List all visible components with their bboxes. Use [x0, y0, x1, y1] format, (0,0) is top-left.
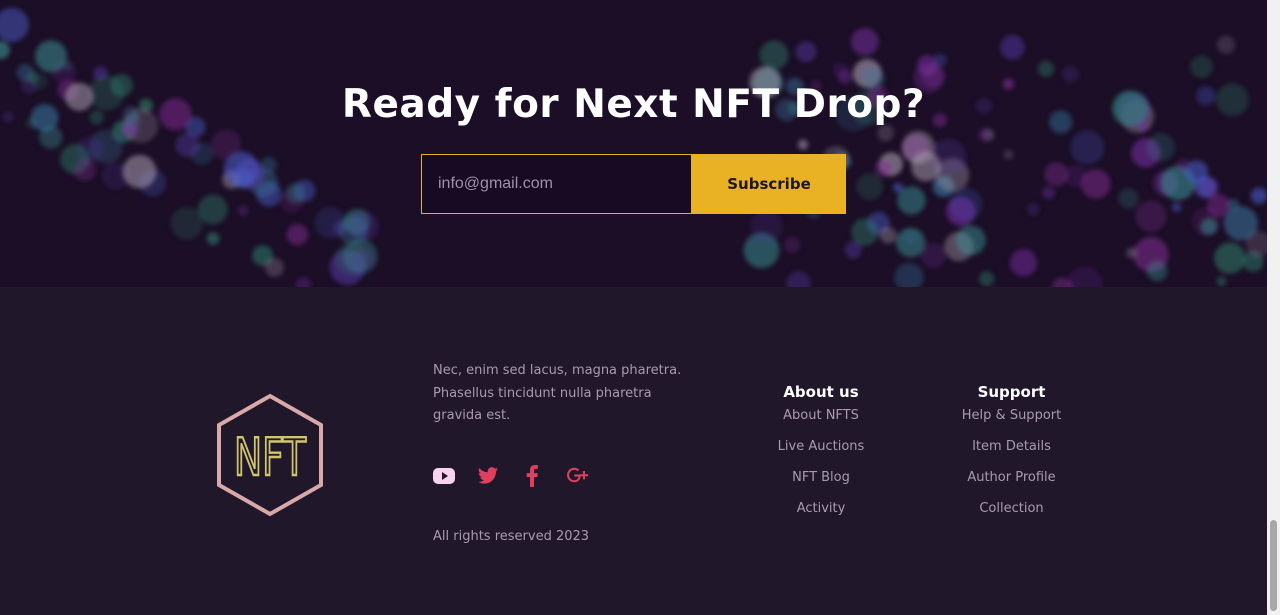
bokeh-dot — [851, 28, 879, 56]
bokeh-dot — [750, 210, 783, 243]
page-scrollbar[interactable] — [1267, 0, 1280, 615]
bokeh-dot — [62, 60, 73, 72]
bokeh-dot — [223, 151, 259, 187]
bokeh-dot — [833, 62, 849, 78]
bokeh-dot — [1223, 206, 1258, 241]
bokeh-dot — [1146, 133, 1175, 162]
bokeh-dot — [895, 227, 926, 258]
bokeh-dot — [1037, 60, 1055, 78]
bokeh-dot — [1216, 276, 1227, 287]
bokeh-dot — [786, 271, 811, 287]
footer-column-about: About us About NFTS Live Auctions NFT Bl… — [740, 379, 902, 524]
bokeh-dot — [1041, 186, 1055, 200]
footer-column-support: Support Help & Support Item Details Auth… — [925, 379, 1098, 524]
youtube-icon[interactable] — [433, 463, 455, 489]
bokeh-dot — [949, 188, 983, 221]
footer-link-live-auctions[interactable]: Live Auctions — [740, 431, 902, 462]
bokeh-dot — [197, 194, 228, 225]
bokeh-dot — [956, 225, 986, 256]
bokeh-dot — [295, 277, 312, 287]
bokeh-dot — [879, 227, 897, 244]
bokeh-dot — [349, 211, 379, 241]
scrollbar-thumb[interactable] — [1270, 520, 1277, 611]
bokeh-dot — [1147, 261, 1168, 282]
bokeh-dot — [977, 127, 992, 142]
bokeh-dot — [93, 66, 108, 81]
bokeh-dot — [1184, 160, 1209, 184]
footer-link-nft-blog[interactable]: NFT Blog — [740, 462, 902, 493]
bokeh-dot — [1044, 162, 1069, 187]
bokeh-dot — [286, 223, 309, 246]
footer-link-activity[interactable]: Activity — [740, 493, 902, 524]
bokeh-dot — [1070, 130, 1105, 165]
bokeh-dot — [901, 130, 936, 165]
bokeh-dot — [1250, 187, 1267, 204]
bokeh-dot — [1200, 218, 1218, 236]
bokeh-dot — [1135, 200, 1167, 233]
bokeh-dot — [795, 41, 817, 63]
bokeh-dot — [1062, 66, 1079, 83]
bokeh-dot — [897, 186, 926, 215]
bokeh-background — [0, 7, 1267, 287]
bokeh-dot — [238, 205, 249, 216]
bokeh-dot — [1118, 188, 1139, 209]
bokeh-dot — [265, 257, 284, 277]
bokeh-dot — [285, 183, 306, 204]
bokeh-dot — [16, 63, 34, 82]
bokeh-dot — [877, 124, 894, 142]
bokeh-dot — [759, 40, 789, 70]
bokeh-dot — [122, 154, 157, 189]
bokeh-dot — [1126, 247, 1137, 259]
bokeh-dot — [1000, 35, 1025, 60]
subscribe-button[interactable]: Subscribe — [692, 154, 846, 214]
email-input[interactable] — [421, 154, 692, 214]
bokeh-dot — [73, 159, 96, 182]
bokeh-dot — [875, 159, 893, 177]
copyright-text: All rights reserved 2023 — [433, 529, 590, 544]
footer-link-help-support[interactable]: Help & Support — [925, 400, 1098, 431]
bokeh-dot — [979, 271, 995, 287]
footer-link-collection[interactable]: Collection — [925, 493, 1098, 524]
twitter-icon[interactable] — [477, 463, 499, 489]
bokeh-dot — [1214, 242, 1246, 274]
bokeh-dot — [206, 232, 220, 246]
bokeh-dot — [851, 218, 879, 246]
bokeh-dot — [921, 243, 946, 268]
newsletter-title: Ready for Next NFT Drop? — [341, 82, 926, 127]
footer-link-about-nfts[interactable]: About NFTS — [740, 400, 902, 431]
logo-text: NFT — [234, 428, 306, 488]
bokeh-dot — [1003, 149, 1014, 160]
bokeh-dot — [1067, 266, 1103, 287]
bokeh-dot — [175, 132, 200, 158]
bokeh-dot — [0, 7, 29, 43]
bokeh-dot — [784, 236, 801, 254]
bokeh-dot — [35, 40, 67, 73]
footer-link-item-details[interactable]: Item Details — [925, 431, 1098, 462]
bokeh-dot — [1026, 203, 1040, 216]
bokeh-dot — [1217, 35, 1235, 54]
bokeh-dot — [1171, 202, 1182, 213]
bokeh-dot — [1009, 249, 1038, 277]
google-plus-icon[interactable] — [564, 463, 589, 489]
subscribe-form: Subscribe — [421, 154, 846, 214]
bokeh-dot — [351, 248, 374, 272]
bokeh-dot — [1190, 55, 1213, 79]
footer-link-author-profile[interactable]: Author Profile — [925, 462, 1098, 493]
bokeh-dot — [1227, 198, 1240, 211]
newsletter-section: Ready for Next NFT Drop? Subscribe — [0, 0, 1267, 287]
bokeh-dot — [797, 139, 809, 150]
facebook-icon[interactable] — [525, 463, 539, 489]
bokeh-dot — [856, 173, 884, 201]
footer-description: Nec, enim sed lacus, magna pharetra. Pha… — [433, 363, 682, 423]
bokeh-dot — [894, 262, 924, 287]
nft-logo[interactable]: NFT — [214, 393, 326, 517]
bokeh-dot — [0, 41, 10, 60]
